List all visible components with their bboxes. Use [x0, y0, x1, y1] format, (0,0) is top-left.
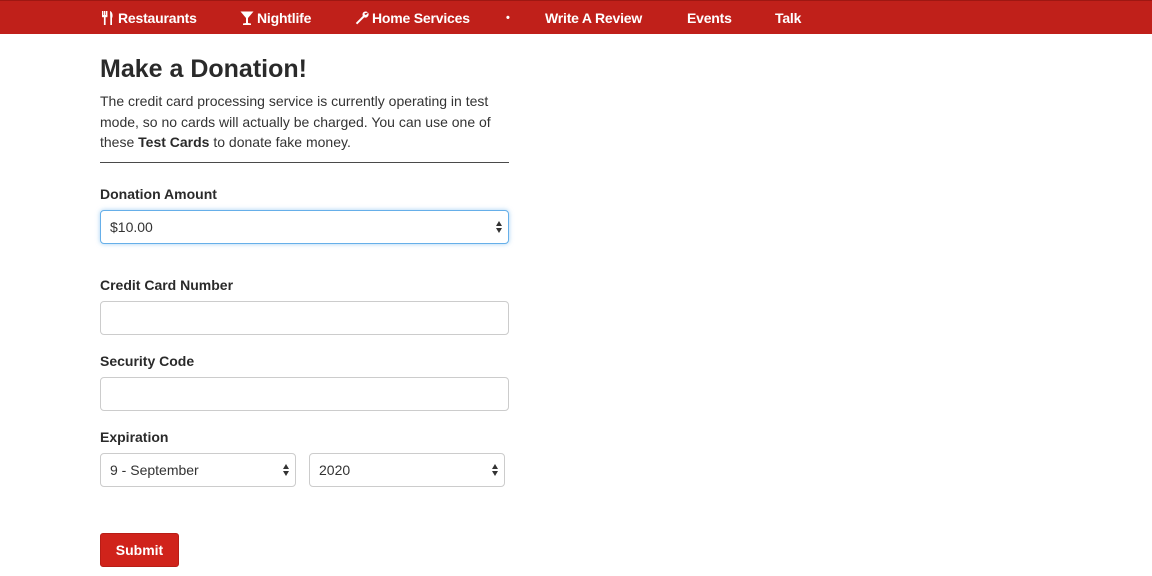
intro-text-end: to donate fake money.: [209, 134, 351, 150]
select-arrows-icon: [496, 220, 503, 234]
donation-amount-label: Donation Amount: [100, 186, 217, 202]
security-code-input[interactable]: [100, 377, 509, 411]
nav-events[interactable]: Events: [687, 1, 732, 35]
nav-talk[interactable]: Talk: [775, 1, 801, 35]
expiration-year-value: 2020: [319, 462, 351, 478]
cocktail-icon: [240, 11, 254, 25]
nav-separator: •: [506, 12, 510, 24]
wrench-icon: [355, 11, 369, 25]
donation-amount-select[interactable]: $10.00: [100, 210, 509, 244]
submit-button[interactable]: Submit: [100, 533, 179, 567]
expiration-month-value: 9 - September: [110, 462, 199, 478]
nav-write-a-review[interactable]: Write A Review: [545, 1, 642, 35]
nav-restaurants[interactable]: Restaurants: [101, 1, 197, 35]
credit-card-number-label: Credit Card Number: [100, 277, 234, 293]
credit-card-number-input[interactable]: [100, 301, 509, 335]
divider: [100, 162, 509, 163]
nav-nightlife[interactable]: Nightlife: [240, 1, 311, 35]
nav-nightlife-label: Nightlife: [257, 10, 312, 26]
nav-write-a-review-label: Write A Review: [545, 10, 643, 26]
fork-knife-icon: [102, 11, 113, 25]
expiration-year-select[interactable]: 2020: [309, 453, 505, 487]
test-cards-text: Test Cards: [138, 134, 210, 150]
select-arrows-icon: [492, 463, 499, 477]
nav-home-services-label: Home Services: [372, 10, 470, 26]
donation-amount-value: $10.00: [110, 219, 153, 235]
intro-text: The credit card processing service is cu…: [100, 91, 509, 153]
nav-events-label: Events: [687, 10, 732, 26]
top-navbar: Restaurants Nightlife Home Services • Wr…: [0, 0, 1152, 34]
page-title: Make a Donation!: [100, 55, 307, 83]
security-code-label: Security Code: [100, 353, 195, 369]
expiration-label: Expiration: [100, 429, 169, 445]
nav-talk-label: Talk: [775, 10, 802, 26]
select-arrows-icon: [283, 463, 290, 477]
nav-home-services[interactable]: Home Services: [355, 1, 470, 35]
nav-restaurants-label: Restaurants: [118, 10, 197, 26]
expiration-month-select[interactable]: 9 - September: [100, 453, 296, 487]
